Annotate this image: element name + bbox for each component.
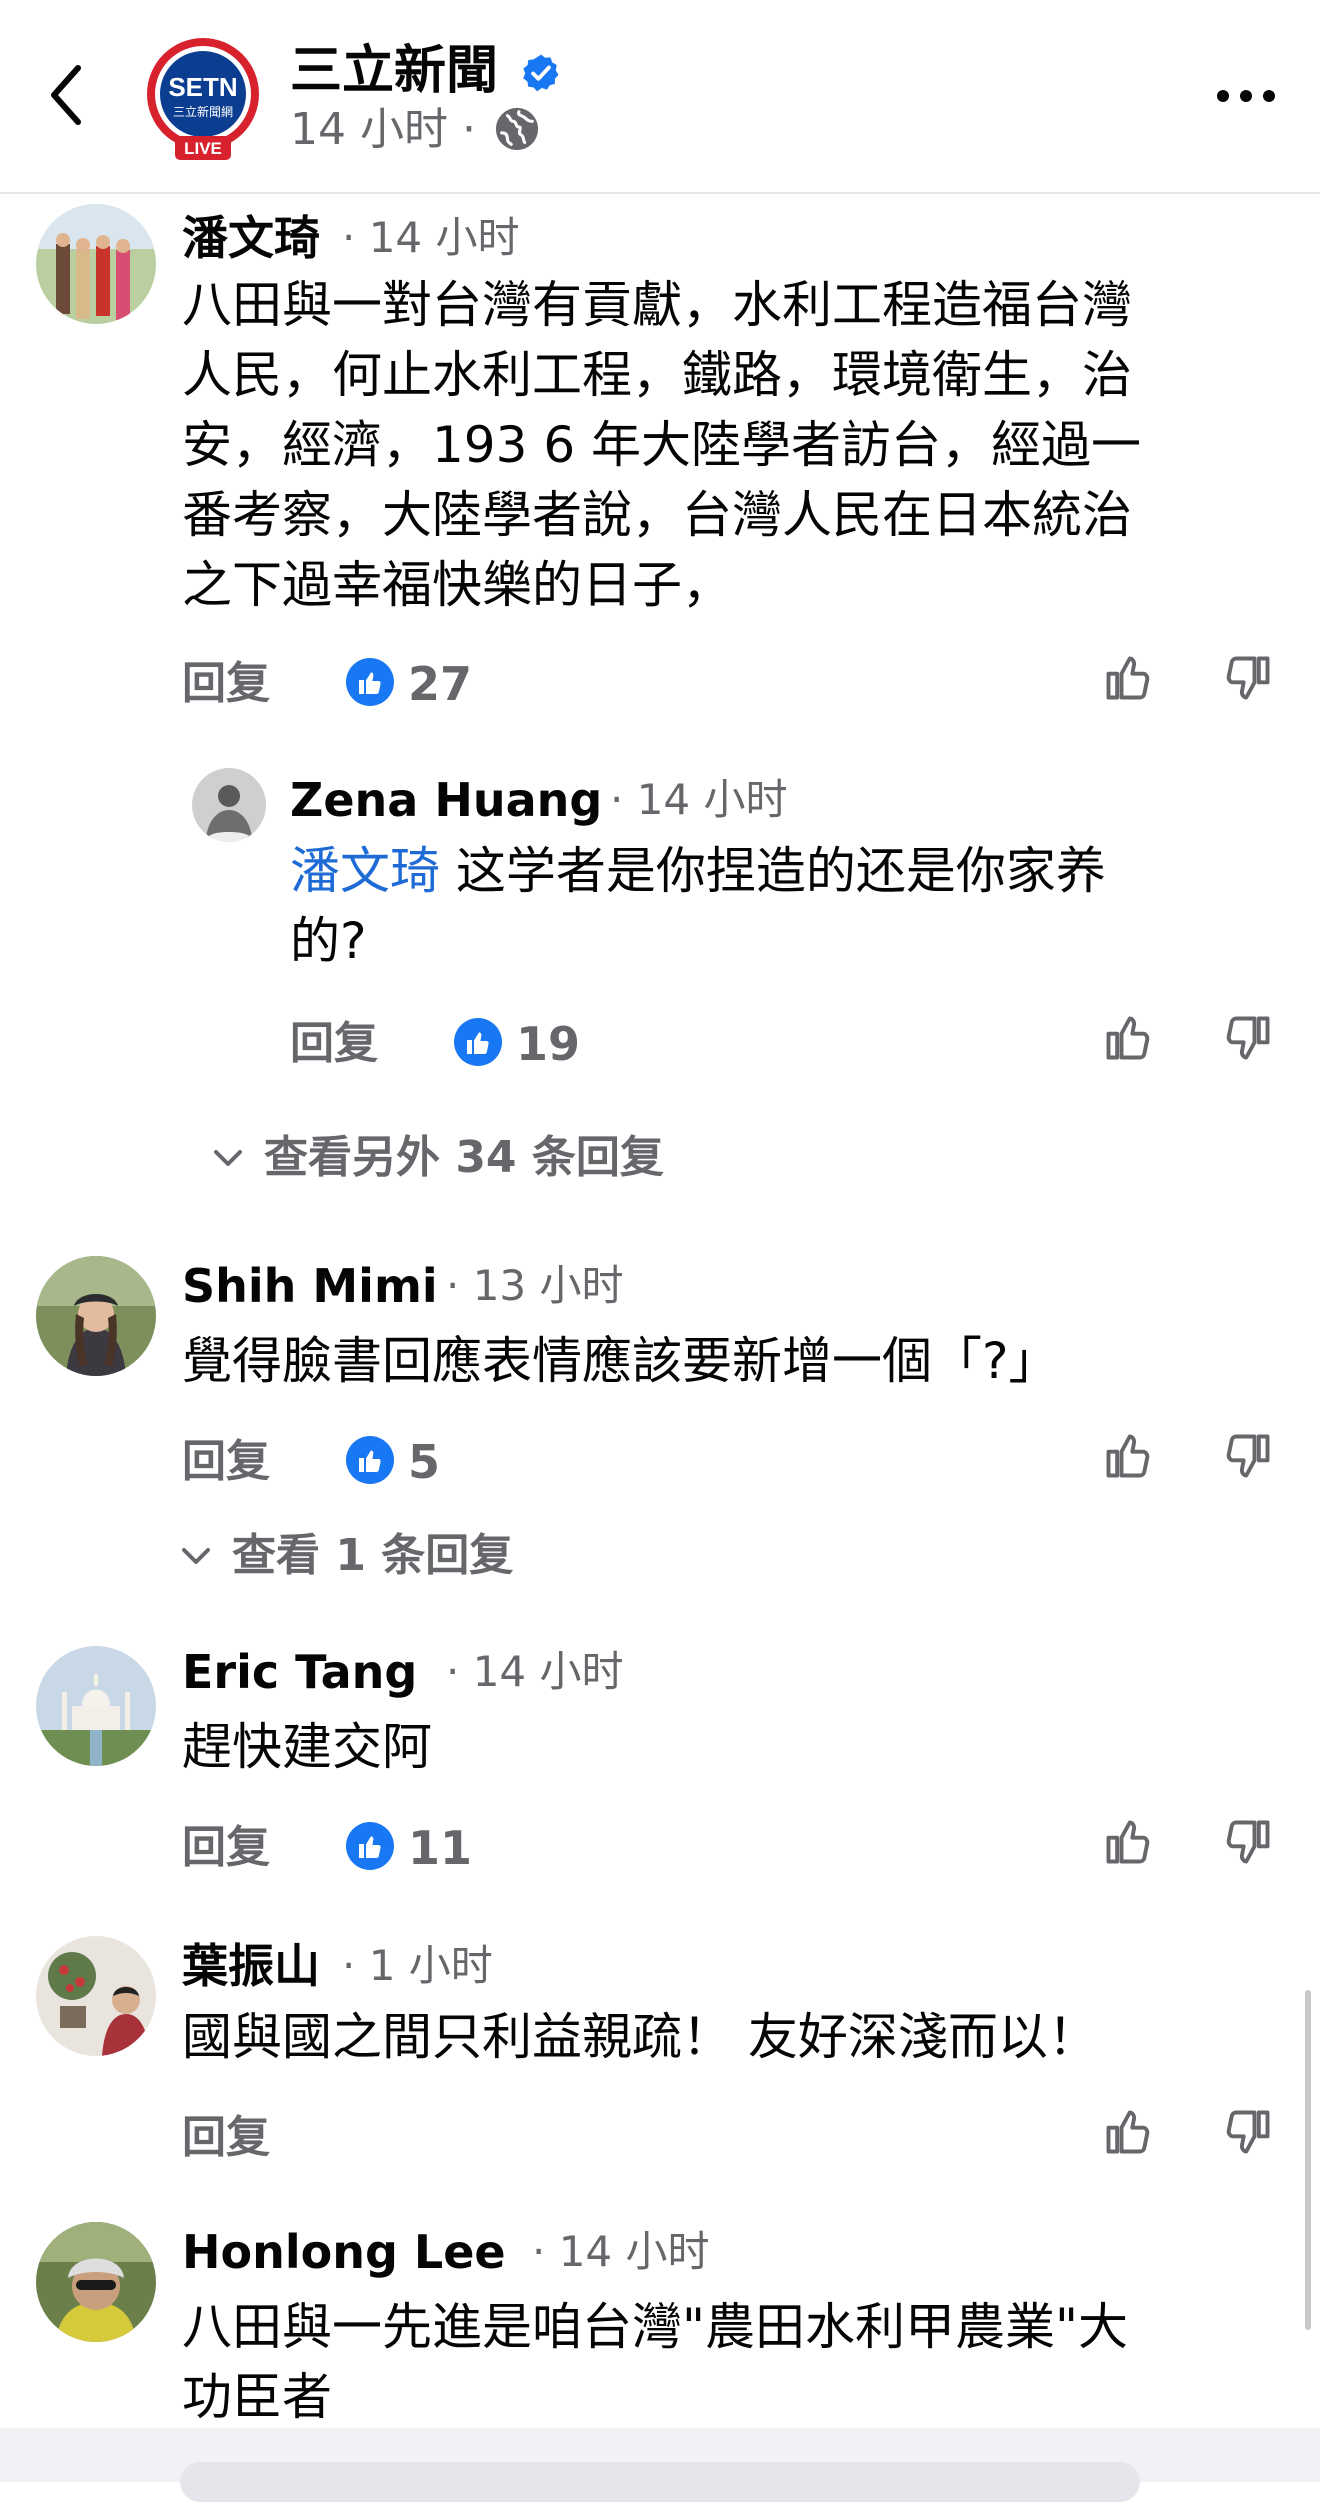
comment-line: 之下過幸福快樂的日子， (182, 556, 732, 614)
comment-time: · 14 小时 (342, 213, 520, 262)
comment-line: 趕快建交阿 (182, 1718, 432, 1776)
dislike-icon[interactable] (1222, 1012, 1274, 1064)
commenter-name[interactable]: Shih Mimi (182, 1256, 438, 1316)
like-badge-icon (346, 1436, 394, 1484)
reply-button[interactable]: 回复 (182, 654, 270, 714)
post-time: 14 小时 · (290, 104, 476, 155)
dislike-icon[interactable] (1222, 1430, 1274, 1482)
comment-time: · 14 小时 (446, 1647, 624, 1696)
like-count[interactable]: 11 (408, 1818, 472, 1878)
mention-link[interactable]: 潘文琦 (290, 842, 440, 900)
reply-button[interactable]: 回复 (182, 1818, 270, 1878)
reply-text: 潘文琦 这学者是你捏造的还是你家养 的? (290, 836, 1290, 976)
chevron-left-icon (51, 65, 81, 125)
view-more-replies-button[interactable]: 查看 1 条回复 (232, 1526, 513, 1586)
comment-text: 國與國之間只利益親疏！ 友好深淺而以！ (182, 2002, 1292, 2072)
like-icon[interactable] (1102, 2106, 1154, 2158)
comment-time: · 13 小时 (446, 1261, 624, 1310)
like-icon[interactable] (1102, 1816, 1154, 1868)
commenter-name[interactable]: Honlong Lee (182, 2222, 506, 2282)
comment-line: 番考察，大陸學者說，台灣人民在日本統治 (182, 486, 1132, 544)
comment-time: · 1 小时 (342, 1941, 493, 1990)
globe-icon (495, 107, 539, 151)
reply-line: 潘文琦 这学者是你捏造的还是你家养 (290, 836, 1290, 906)
comment-composer[interactable] (180, 2462, 1140, 2502)
comment-text: 趕快建交阿 (182, 1712, 1292, 1782)
logo-subtext: 三立新聞網 (173, 104, 233, 119)
avatar[interactable] (36, 1936, 156, 2056)
like-icon[interactable] (1102, 652, 1154, 704)
like-count[interactable]: 5 (408, 1432, 440, 1492)
reply-text-part: 这学者是你捏造的还是你家养 (440, 842, 1106, 900)
commenter-name[interactable]: Eric Tang (182, 1642, 417, 1702)
comment-line: 國與國之間只利益親疏！ 友好深淺而以！ (182, 2008, 1098, 2066)
avatar[interactable] (36, 204, 156, 324)
live-badge: LIVE (184, 139, 222, 158)
commenter-name[interactable]: Zena Huang (290, 770, 602, 830)
page-name[interactable]: 三立新聞 (290, 36, 498, 106)
verified-badge-icon (523, 54, 559, 92)
avatar[interactable] (36, 1256, 156, 1376)
dislike-icon[interactable] (1222, 1816, 1274, 1868)
like-badge-icon (454, 1018, 502, 1066)
comment-line: 人民，何止水利工程，鐵路，環境衛生，治 (182, 346, 1132, 404)
commenter-name[interactable]: 潘文琦 (182, 208, 320, 268)
dislike-icon[interactable] (1222, 2106, 1274, 2158)
chevron-down-icon (214, 1150, 242, 1166)
more-dots-icon (1217, 90, 1275, 102)
comment-time: · 14 小时 (610, 775, 788, 824)
comment-time: · 14 小时 (532, 2227, 710, 2276)
like-count[interactable]: 27 (408, 654, 472, 714)
comment-line: 八田與一對台灣有貢獻，水利工程造福台灣 (182, 276, 1132, 334)
reply-button[interactable]: 回复 (182, 1432, 270, 1492)
back-button[interactable] (40, 60, 100, 130)
logo-text: SETN (168, 72, 237, 102)
avatar[interactable] (36, 1646, 156, 1766)
like-badge-icon (346, 1822, 394, 1870)
avatar[interactable] (36, 2222, 156, 2342)
page-header: SETN 三立新聞網 LIVE 三立新聞 14 小时 · (0, 0, 1320, 194)
more-options-button[interactable] (1214, 84, 1278, 108)
reply-button[interactable]: 回复 (290, 1014, 378, 1074)
comment-line: 覺得臉書回應表情應該要新增一個「?」 (182, 1332, 1059, 1390)
reply-line: 的? (290, 912, 367, 970)
comment-text: 覺得臉書回應表情應該要新增一個「?」 (182, 1326, 1292, 1396)
dislike-icon[interactable] (1222, 652, 1274, 704)
comment-line: 功臣者 (182, 2368, 332, 2426)
view-more-replies-button[interactable]: 查看另外 34 条回复 (264, 1128, 664, 1188)
commenter-name[interactable]: 葉振山 (182, 1936, 320, 1996)
like-icon[interactable] (1102, 1012, 1154, 1064)
avatar[interactable] (192, 768, 266, 842)
page-logo[interactable]: SETN 三立新聞網 LIVE (142, 36, 264, 160)
like-icon[interactable] (1102, 1430, 1154, 1482)
comment-line: 八田與一先進是咱台灣"農田水利甲農業"大 (182, 2298, 1128, 2356)
like-count[interactable]: 19 (516, 1014, 580, 1074)
comment-text: 八田與一先進是咱台灣"農田水利甲農業"大 功臣者 (182, 2292, 1292, 2432)
like-badge-icon (346, 658, 394, 706)
scrollbar[interactable] (1305, 1990, 1311, 2330)
chevron-down-icon (182, 1548, 210, 1564)
comment-text: 八田與一對台灣有貢獻，水利工程造福台灣 人民，何止水利工程，鐵路，環境衛生，治 … (182, 270, 1292, 620)
comment-line: 安，經濟，193 6 年大陸學者訪台，經過一 (182, 416, 1142, 474)
reply-button[interactable]: 回复 (182, 2108, 270, 2168)
